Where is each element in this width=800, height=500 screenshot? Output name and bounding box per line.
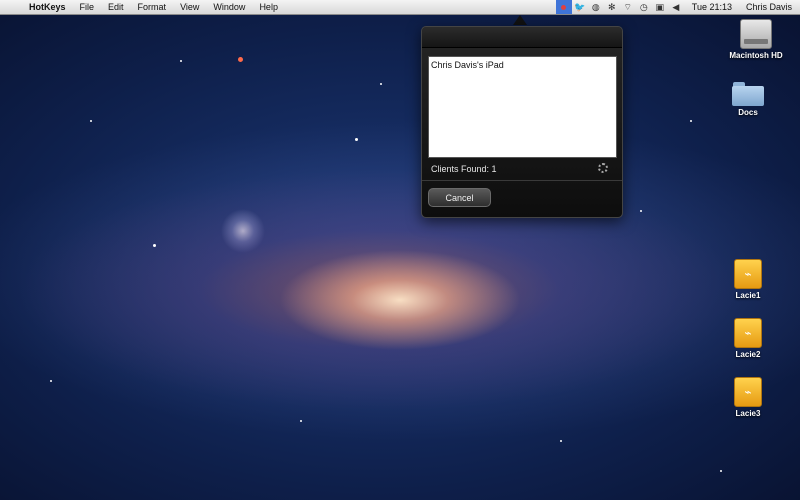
menu-bar: HotKeys File Edit Format View Window Hel… bbox=[0, 0, 800, 15]
desktop-icon-lacie1[interactable]: ⌁ Lacie1 bbox=[713, 259, 783, 300]
star bbox=[153, 244, 156, 247]
desktop-icon-label: Lacie3 bbox=[735, 409, 761, 418]
wifi-icon[interactable]: ⌔ bbox=[620, 0, 636, 14]
menu-window[interactable]: Window bbox=[206, 0, 252, 14]
usb-drive-icon: ⌁ bbox=[734, 377, 762, 407]
twitter-icon[interactable]: 🐦 bbox=[572, 0, 588, 14]
desktop-icon-macintosh-hd[interactable]: Macintosh HD bbox=[721, 19, 791, 60]
desktop-icon-label: Docs bbox=[738, 108, 758, 117]
desktop-icon-label: Macintosh HD bbox=[729, 51, 783, 60]
menu-view[interactable]: View bbox=[173, 0, 206, 14]
clients-found-count: 1 bbox=[491, 164, 497, 174]
star bbox=[690, 120, 692, 122]
pinwheel-icon[interactable]: ✻ bbox=[604, 0, 620, 14]
menubar-clock[interactable]: Tue 21:13 bbox=[684, 2, 740, 12]
display-icon[interactable]: ▣ bbox=[652, 0, 668, 14]
hotkeys-status-icon[interactable] bbox=[555, 0, 572, 14]
menu-file[interactable]: File bbox=[73, 0, 102, 14]
hard-drive-icon bbox=[740, 19, 772, 49]
usb-drive-icon: ⌁ bbox=[734, 259, 762, 289]
star bbox=[238, 57, 243, 62]
spinner-icon bbox=[598, 163, 608, 173]
desktop-icon-docs[interactable]: Docs bbox=[713, 82, 783, 117]
usb-drive-icon: ⌁ bbox=[734, 318, 762, 348]
menu-help[interactable]: Help bbox=[252, 0, 285, 14]
divider bbox=[422, 180, 622, 181]
menubar-user[interactable]: Chris Davis bbox=[740, 2, 794, 12]
client-list[interactable]: Chris Davis's iPad bbox=[428, 56, 617, 158]
desktop-icon-label: Lacie1 bbox=[735, 291, 761, 300]
cancel-button[interactable]: Cancel bbox=[428, 188, 491, 207]
clients-found-label: Clients Found: bbox=[431, 164, 490, 174]
desktop-icon-label: Lacie2 bbox=[735, 350, 761, 359]
star bbox=[355, 138, 358, 141]
star bbox=[90, 120, 92, 122]
star bbox=[50, 380, 52, 382]
star bbox=[180, 60, 182, 62]
menu-format[interactable]: Format bbox=[131, 0, 174, 14]
volume-icon[interactable]: ◀ bbox=[668, 0, 684, 14]
desktop-icon-lacie2[interactable]: ⌁ Lacie2 bbox=[713, 318, 783, 359]
popover-header bbox=[422, 27, 622, 48]
app-menu[interactable]: HotKeys bbox=[22, 2, 73, 12]
star bbox=[640, 210, 642, 212]
folder-icon bbox=[732, 82, 764, 106]
star bbox=[300, 420, 302, 422]
star bbox=[380, 83, 382, 85]
desktop-icon-lacie3[interactable]: ⌁ Lacie3 bbox=[713, 377, 783, 418]
status-area: 🐦 ◍ ✻ ⌔ ◷ ▣ ◀ Tue 21:13 Chris Davis bbox=[555, 0, 794, 14]
menu-edit[interactable]: Edit bbox=[101, 0, 131, 14]
clients-popover: Chris Davis's iPad Clients Found: 1 Canc… bbox=[421, 26, 623, 218]
time-machine-icon[interactable]: ◷ bbox=[636, 0, 652, 14]
clients-found-status: Clients Found: 1 bbox=[431, 164, 497, 174]
popover-arrow bbox=[513, 15, 527, 25]
list-item[interactable]: Chris Davis's iPad bbox=[429, 57, 616, 73]
star bbox=[720, 470, 722, 472]
star bbox=[560, 440, 562, 442]
globe-icon[interactable]: ◍ bbox=[588, 0, 604, 14]
